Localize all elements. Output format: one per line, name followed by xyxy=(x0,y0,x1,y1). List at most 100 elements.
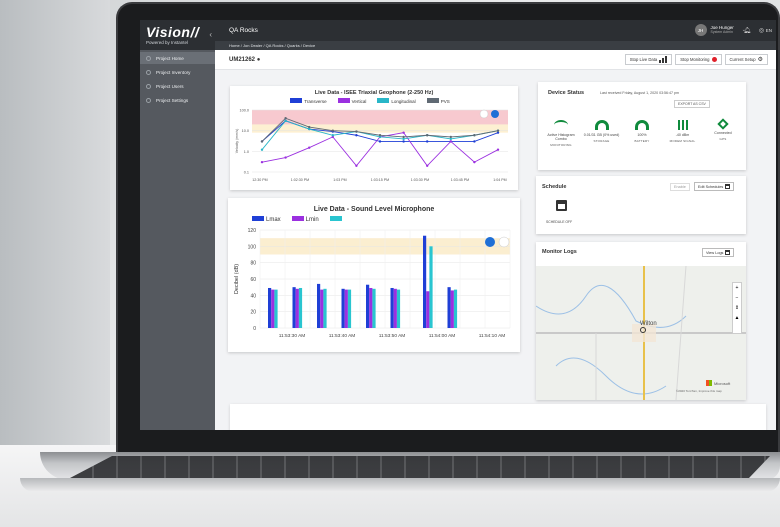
data-point[interactable] xyxy=(426,134,429,137)
data-point[interactable] xyxy=(308,146,311,149)
data-point[interactable] xyxy=(473,140,476,143)
status-item: Connected GPS xyxy=(704,118,742,147)
app-logo[interactable]: Vision// Powered by Instantel ‹ xyxy=(140,20,215,50)
bar-lmin[interactable] xyxy=(393,288,397,328)
top-icons: 🔔︎ ◎ EN xyxy=(743,27,772,34)
data-point[interactable] xyxy=(260,148,264,151)
x-tick-label: 1:04 PM xyxy=(493,178,506,182)
data-point[interactable] xyxy=(355,164,358,167)
bar-lmin[interactable] xyxy=(271,289,275,328)
sidebar-item-2[interactable]: Project Users xyxy=(140,80,215,92)
data-point[interactable] xyxy=(355,130,358,133)
edit-schedules-button[interactable]: Edit Schedules xyxy=(694,182,735,191)
bar-series2[interactable] xyxy=(396,289,401,328)
data-point[interactable] xyxy=(402,140,405,143)
data-point[interactable] xyxy=(260,140,264,143)
chart-toggle-icon[interactable] xyxy=(491,110,499,118)
data-point[interactable] xyxy=(426,164,429,167)
signal-icon xyxy=(675,120,690,130)
data-point[interactable] xyxy=(402,135,405,139)
map-attribution[interactable]: ©2020 TomTom, Improve this map xyxy=(676,389,722,393)
y-axis-label: Decibel (dB) xyxy=(234,264,240,294)
view-logs-button[interactable]: View Logs xyxy=(702,248,735,257)
map-zoom-controls[interactable]: + − ⇕ ▲ xyxy=(732,282,742,334)
legend-swatch xyxy=(337,98,350,103)
data-point[interactable] xyxy=(426,140,429,143)
bar-series2[interactable] xyxy=(429,246,433,328)
stop-monitoring-button[interactable]: Stop Monitoring xyxy=(675,54,722,65)
data-point[interactable] xyxy=(331,129,334,132)
bar-lmax[interactable] xyxy=(390,287,394,328)
breadcrumb[interactable]: Home / Jon Dealer / QA Rocks / Quarks / … xyxy=(215,41,776,50)
data-point[interactable] xyxy=(449,140,452,143)
edit-schedules-label: Edit Schedules xyxy=(698,184,724,189)
data-point[interactable] xyxy=(331,134,334,137)
data-point[interactable] xyxy=(308,125,311,129)
bar-lmin[interactable] xyxy=(344,289,348,328)
bar-series2[interactable] xyxy=(372,288,376,328)
export-csv-button[interactable]: EXPORT AS CSV xyxy=(674,100,710,108)
current-setup-button[interactable]: Current Setup ⚙ xyxy=(724,54,768,65)
bar-lmin[interactable] xyxy=(295,288,299,328)
bar-lmin[interactable] xyxy=(426,291,430,328)
data-point[interactable] xyxy=(473,134,476,137)
info-icon[interactable]: ● xyxy=(257,57,261,63)
geophone-chart-panel: Live Data - ISEE Triaxial Geophone (2-25… xyxy=(230,86,518,190)
legend-item[interactable]: Lmax xyxy=(252,216,281,223)
data-point[interactable] xyxy=(378,140,382,143)
geophone-chart[interactable]: 100.0 10.0 1.0 0.112:30 PM 1:02:30 PM 1:03 PM… xyxy=(230,104,518,190)
enable-button[interactable]: Enable xyxy=(670,183,690,191)
chart-toggle-icon[interactable] xyxy=(485,237,495,247)
data-point[interactable] xyxy=(378,134,382,137)
bar-series2[interactable] xyxy=(347,289,352,328)
chart-mode-icon[interactable] xyxy=(498,236,510,248)
data-point[interactable] xyxy=(496,129,500,132)
bell-icon[interactable]: 🔔︎ xyxy=(743,27,751,34)
legend-label: Lmin xyxy=(305,217,319,223)
bar-series2[interactable] xyxy=(453,289,458,328)
geophone-chart-title: Live Data - ISEE Triaxial Geophone (2-25… xyxy=(314,90,434,96)
data-point[interactable] xyxy=(449,135,452,139)
bar-lmax[interactable] xyxy=(341,288,345,328)
bar-lmin[interactable] xyxy=(320,289,324,328)
data-point[interactable] xyxy=(402,131,405,134)
data-point[interactable] xyxy=(496,148,500,151)
stop-live-data-button[interactable]: Stop Live Data xyxy=(624,54,673,65)
y-tick-label: 1.0 xyxy=(244,150,249,154)
sidebar-item-1[interactable]: Project Inventory xyxy=(140,66,215,78)
status-caption: STORAGE xyxy=(593,139,610,144)
y-tick-label: 10.0 xyxy=(242,129,249,133)
data-point[interactable] xyxy=(355,134,358,137)
legend-item[interactable]: Lmin xyxy=(291,216,319,223)
sound-chart[interactable]: 120 100 80 60 40 20 0 Decibel (dB) 11:53:30 AM 11… xyxy=(228,224,520,352)
bar-lmax[interactable] xyxy=(423,235,427,328)
bar-lmax[interactable] xyxy=(292,287,296,328)
status-caption: MONITORING xyxy=(550,143,572,148)
bar-lmin[interactable] xyxy=(369,287,373,328)
bar-lmax[interactable] xyxy=(447,287,451,328)
brand-name: Vision// xyxy=(146,24,200,40)
collapse-sidebar-icon[interactable]: ‹ xyxy=(209,30,212,39)
sidebar-item-3[interactable]: Project Settings xyxy=(140,94,215,106)
bar-lmin[interactable] xyxy=(450,290,454,328)
status-item: -40 dBm MODEM SIGNAL xyxy=(664,120,702,147)
globe-icon[interactable]: ◎ EN xyxy=(759,27,772,34)
user-menu[interactable]: JH Joe Hunger System Admin ⌄ xyxy=(694,24,746,36)
bar-lmax[interactable] xyxy=(317,283,321,328)
data-point[interactable] xyxy=(284,119,287,123)
bar-series2[interactable] xyxy=(323,288,327,328)
bar-lmax[interactable] xyxy=(268,287,272,328)
chart-mode-icon[interactable] xyxy=(479,109,489,119)
bar-lmax[interactable] xyxy=(366,284,370,328)
data-point[interactable] xyxy=(284,117,287,120)
legend-item[interactable] xyxy=(329,216,344,223)
bar-series2[interactable] xyxy=(298,287,303,328)
bar-series2[interactable] xyxy=(274,289,278,328)
sidebar-item-0[interactable]: Project Home xyxy=(140,52,215,64)
last-received: Last received Friday, August 1, 2020 03:… xyxy=(600,91,680,95)
data-point[interactable] xyxy=(473,160,476,164)
status-caption: MODEM SIGNAL xyxy=(669,139,696,144)
avatar[interactable]: JH xyxy=(694,24,707,36)
data-point[interactable] xyxy=(260,160,264,164)
data-point[interactable] xyxy=(284,156,287,159)
